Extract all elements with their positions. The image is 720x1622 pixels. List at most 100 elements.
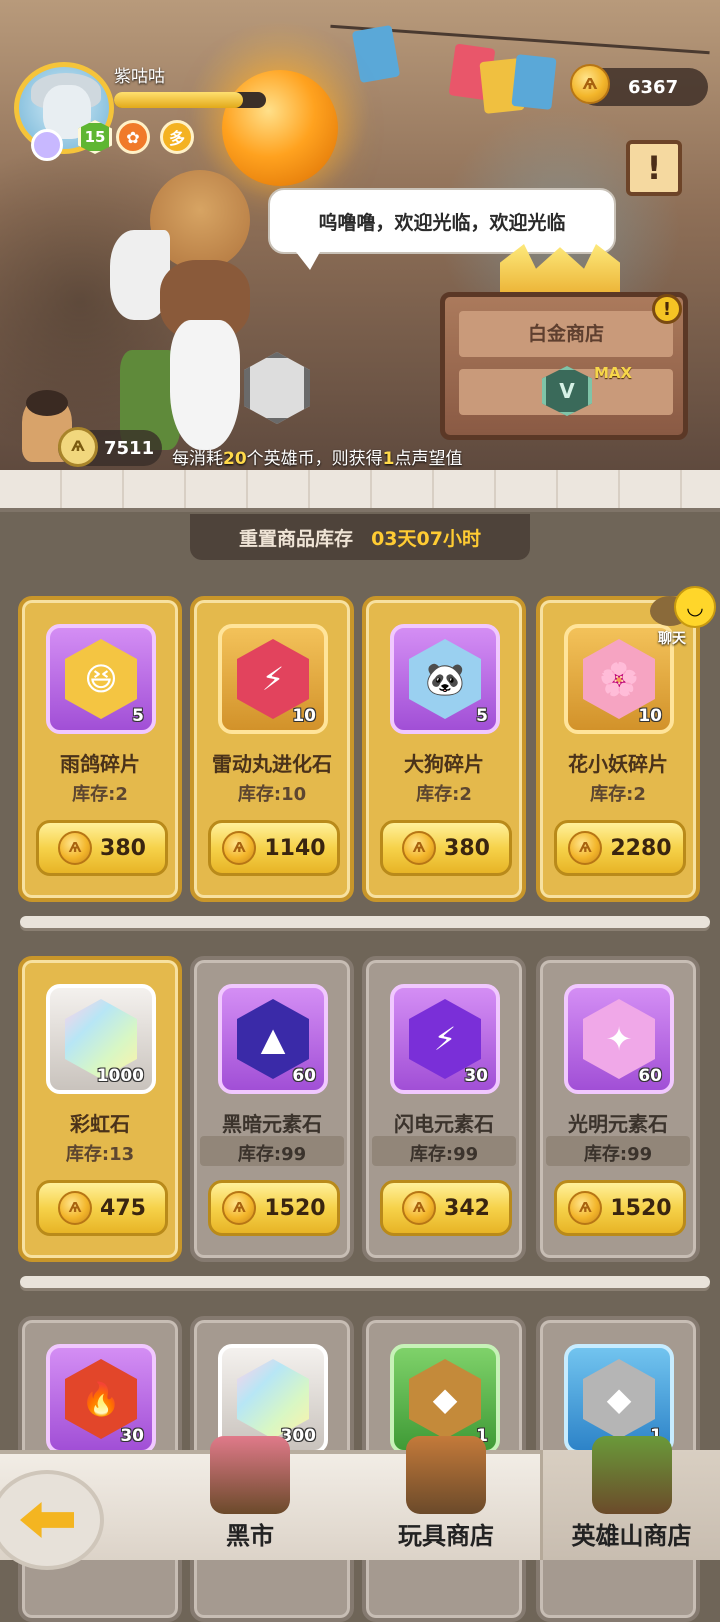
item-name: 雷动丸进化石 [212,752,332,776]
smiley-icon: ◡ [674,586,716,628]
item-stock: 库存:10 [237,784,307,805]
item-icon-frame: ▲ 60 [218,984,328,1094]
reset-countdown: 03天07小时 [371,527,481,550]
buy-price-button[interactable]: Ѧ 1520 [208,1180,340,1236]
item-icon-frame: ⚡ 10 [218,624,328,734]
item-stock: 库存:99 [409,1144,479,1165]
caveman-hair [26,390,68,416]
hero-coin-icon: Ѧ [58,1191,93,1225]
shop-item-card[interactable]: ⚡ 30 闪电元素石库存:99 Ѧ 342 [362,956,526,1262]
notice-board-icon[interactable]: ! [626,140,682,196]
item-name: 大狗碎片 [404,752,484,776]
shelf-divider [20,916,710,928]
reputation-value: 7511 [104,437,155,459]
item-price: 342 [444,1195,490,1221]
item-price: 380 [444,835,490,861]
shop-rank-max-label: MAX [594,364,633,382]
npc-speech-bubble: 呜噜噜，欢迎光临，欢迎光临 [268,188,616,270]
item-quantity: 30 [464,1066,488,1086]
item-quantity: 5 [476,706,488,726]
item-icon-frame: ✦ 60 [564,984,674,1094]
item-name: 光明元素石 [568,1112,668,1136]
item-quantity: 60 [638,1066,662,1086]
item-icon-frame: ⚡ 30 [390,984,500,1094]
item-quantity: 10 [292,706,316,726]
buy-price-button[interactable]: Ѧ 380 [380,820,512,876]
rule-prefix: 每消耗 [172,449,223,469]
shop-sign[interactable]: 白金商店 [440,292,688,440]
item-price: 380 [100,835,146,861]
item-stock: 库存:99 [237,1144,307,1165]
hero-coin-icon: Ѧ [568,831,603,865]
item-stock: 库存:2 [590,784,646,805]
reputation-balance: Ѧ 7511 [58,427,162,467]
item-quantity: 60 [292,1066,316,1086]
shop-item-card[interactable]: ✦ 60 光明元素石 库存:99 Ѧ 1520 [536,956,700,1262]
black-market-icon [210,1436,290,1514]
rule-amount: 20 [223,449,247,469]
big-dog-shard-icon: 🐼 [409,639,481,719]
stone-divider [0,470,720,512]
glowing-orb [222,70,338,186]
hero-coin-icon: Ѧ [402,831,437,865]
bronze-amulet-icon: ◆ [409,1359,481,1439]
buy-price-button[interactable]: Ѧ 475 [36,1180,168,1236]
hero-coin-icon: Ѧ [222,1191,257,1225]
buy-price-button[interactable]: Ѧ 2280 [554,820,686,876]
bunting-flag [511,54,557,110]
chat-button[interactable]: ◡ 聊天 [650,586,716,650]
title-medal-icon[interactable]: 多 [160,120,194,154]
item-name: 花小妖碎片 [568,752,668,776]
npc-beard [170,320,240,450]
tab-black-market[interactable]: 黑市 [160,1436,340,1560]
tab-hero-mountain-shop[interactable]: 英雄山商店 [540,1436,720,1560]
shop-item-card[interactable]: 🐼 5 大狗碎片库存:2 Ѧ 380 [362,596,526,902]
toy-shop-icon [406,1436,486,1514]
tab-label: 英雄山商店 [571,1522,692,1550]
chat-label: 聊天 [658,631,686,647]
shop-item-card[interactable]: ▲ 60 黑暗元素石库存:99 Ѧ 1520 [190,956,354,1262]
vip-medal-icon[interactable]: ✿ [116,120,150,154]
reset-label: 重置商品库存 [239,527,354,550]
shop-item-card[interactable]: 😆 5 雨鸽碎片库存:2 Ѧ 380 [18,596,182,902]
item-icon-frame: 🔥 30 [46,1344,156,1454]
buy-price-button[interactable]: Ѧ 1140 [208,820,340,876]
shop-item-card[interactable]: ⚡ 10 雷动丸进化石 库存:10 Ѧ 1140 [190,596,354,902]
item-price: 475 [100,1195,146,1221]
item-name: 黑暗元素石 [222,1112,322,1136]
item-price: 2280 [610,835,672,861]
rain-pigeon-shard-icon: 😆 [65,639,137,719]
hero-coin-icon: Ѧ [568,1191,603,1225]
back-arrow-icon [20,1502,74,1538]
shelf-divider [20,1276,710,1288]
item-name: 闪电元素石 [394,1112,494,1136]
item-stock: 库存:2 [416,784,472,805]
item-icon-frame: 😆 5 [46,624,156,734]
shop-info-alert-icon[interactable]: ! [652,294,682,324]
silver-amulet-icon: ◆ [583,1359,655,1439]
item-name: 雨鸽碎片 [60,752,140,776]
hero-coin-icon: Ѧ [402,1191,437,1225]
reputation-rule-text: 每消耗20个英雄币，则获得1点声望值 [172,444,463,469]
buy-price-button[interactable]: Ѧ 1520 [554,1180,686,1236]
player-name: 紫咕咕 [114,67,165,87]
hero-coin-icon: Ѧ [570,64,610,104]
coin-balance[interactable]: Ѧ 6367 [570,64,708,106]
npc-speech-text: 呜噜噜，欢迎光临，欢迎光临 [318,211,566,234]
item-quantity: 10 [638,706,662,726]
item-stock: 库存:2 [72,784,128,805]
exp-bar-fill [114,92,244,108]
avatar-badge-icon [31,129,63,161]
coin-balance-value: 6367 [628,76,679,98]
tab-toy-shop[interactable]: 玩具商店 [356,1436,536,1560]
item-price: 1140 [264,835,326,861]
item-quantity: 5 [132,706,144,726]
buy-price-button[interactable]: Ѧ 380 [36,820,168,876]
item-name: 彩虹石 [70,1112,130,1136]
buy-price-button[interactable]: Ѧ 342 [380,1180,512,1236]
rule-middle: 个英雄币，则获得 [246,449,383,469]
hero-coin-icon: Ѧ [58,831,93,865]
shop-item-card[interactable]: 1000 彩虹石 库存:13 Ѧ 475 [18,956,182,1262]
exp-bar [114,92,266,108]
rule-suffix: 点声望值 [394,449,463,469]
